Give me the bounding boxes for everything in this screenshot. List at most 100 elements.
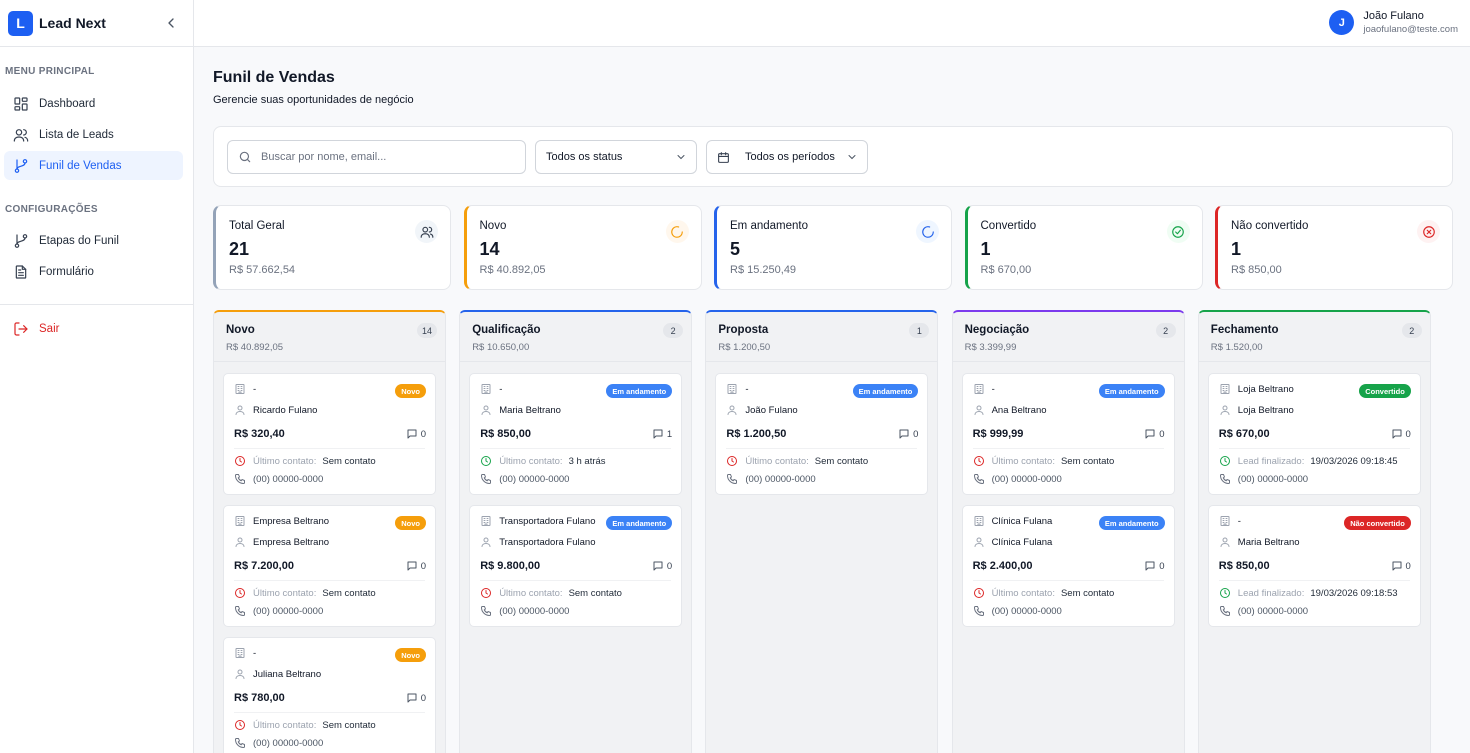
lead-company: Loja Beltrano xyxy=(1219,383,1294,395)
app-logo: L xyxy=(8,10,33,36)
phone-number: (00) 00000-0000 xyxy=(991,473,1062,485)
column-title: Negociação xyxy=(964,324,1030,336)
sidebar-item-leads[interactable]: Lista de Leads xyxy=(4,120,183,149)
stat-count: 5 xyxy=(730,239,741,259)
status-badge: Novo xyxy=(395,648,426,662)
status-value: Sem contato xyxy=(322,587,376,599)
sidebar-item-formulario[interactable]: Formulário xyxy=(4,257,183,286)
sidebar-item-dashboard[interactable]: Dashboard xyxy=(4,89,183,118)
status-select[interactable]: Todos os status xyxy=(535,140,697,174)
comment-count-value: 0 xyxy=(1405,560,1411,572)
lead-value: R$ 7.200,00 xyxy=(234,560,294,572)
user-icon xyxy=(974,537,984,547)
lead-company: Empresa Beltrano xyxy=(234,515,329,527)
phone-number: (00) 00000-0000 xyxy=(991,605,1062,617)
comment-count: 0 xyxy=(406,560,426,572)
status-value: Sem contato xyxy=(814,455,869,467)
status-badge: Em andamento xyxy=(1098,384,1165,398)
phone-icon xyxy=(235,606,245,616)
chevron-left-icon xyxy=(168,18,174,28)
message-icon xyxy=(653,429,663,439)
phone-icon xyxy=(235,738,245,748)
user-icon xyxy=(974,405,984,415)
phone-number: (00) 00000-0000 xyxy=(253,605,324,617)
lead-company-name: - xyxy=(253,383,257,395)
comment-count: 0 xyxy=(898,428,918,440)
stat-amount: R$ 15.250,49 xyxy=(730,264,797,276)
logout-button[interactable]: Sair xyxy=(4,314,183,343)
phone-icon xyxy=(481,474,492,484)
section-title-config: CONFIGURAÇÕES xyxy=(5,204,98,215)
card-divider xyxy=(234,580,425,581)
lead-contact-name: João Fulano xyxy=(745,404,798,416)
git-branch-icon xyxy=(14,158,28,173)
lead-phone: (00) 00000-0000 xyxy=(726,473,816,485)
status-value: 19/03/2026 09:18:45 xyxy=(1310,455,1398,467)
search-input[interactable] xyxy=(261,151,501,163)
user-icon xyxy=(1220,537,1230,547)
stat-count: 1 xyxy=(980,239,991,259)
lead-company-name: Clínica Fulana xyxy=(991,515,1053,527)
sidebar-item-etapas[interactable]: Etapas do Funil xyxy=(4,226,183,255)
logout-label: Sair xyxy=(39,322,60,335)
sidebar-item-funil[interactable]: Funil de Vendas xyxy=(4,151,183,180)
lead-company-name: - xyxy=(745,383,749,395)
status-label: Último contato: xyxy=(253,455,317,467)
section-title-main: MENU PRINCIPAL xyxy=(5,66,95,77)
phone-number: (00) 00000-0000 xyxy=(499,605,570,617)
lead-company-name: - xyxy=(1237,515,1241,527)
sidebar-item-label: Funil de Vendas xyxy=(39,159,122,172)
status-label: Último contato: xyxy=(253,587,317,599)
status-label: Último contato: xyxy=(745,455,809,467)
comment-count-value: 0 xyxy=(420,692,426,704)
lead-contact-name: Maria Beltrano xyxy=(499,404,561,416)
lead-card[interactable]: - Em andamento João Fulano R$ 1.200,50 0 Últi… xyxy=(715,373,929,495)
message-icon xyxy=(407,561,417,571)
building-icon xyxy=(974,384,984,394)
lead-company: - xyxy=(234,383,256,395)
stat-label: Em andamento xyxy=(730,220,808,232)
lead-value: R$ 850,00 xyxy=(480,428,531,440)
lead-value: R$ 670,00 xyxy=(1218,428,1270,440)
lead-contact: Ana Beltrano xyxy=(973,404,1047,416)
phone-number: (00) 00000-0000 xyxy=(499,473,570,485)
status-badge: Convertido xyxy=(1359,384,1411,398)
lead-phone: (00) 00000-0000 xyxy=(234,605,323,617)
phone-icon xyxy=(973,606,984,616)
card-divider xyxy=(1218,448,1410,449)
lead-card[interactable]: - Novo Juliana Beltrano R$ 780,00 0 Último co… xyxy=(223,637,436,753)
top-bar: J João Fulano joaofulano@teste.com xyxy=(194,0,1470,47)
lead-card[interactable]: - Em andamento Maria Beltrano R$ 850,00 1 Últ… xyxy=(469,373,683,495)
lead-card[interactable]: - Não convertido Maria Beltrano R$ 850,00 0 L… xyxy=(1207,505,1421,627)
stat-icon-wrap xyxy=(1166,220,1190,243)
lead-card[interactable]: Clínica Fulana Em andamento Clínica Fulana… xyxy=(961,505,1175,627)
users-icon xyxy=(420,226,433,238)
status-badge: Em andamento xyxy=(1098,516,1165,530)
stat-label: Não convertido xyxy=(1231,220,1309,232)
user-menu[interactable]: J João Fulano joaofulano@teste.com xyxy=(1329,10,1458,35)
lead-card[interactable]: - Em andamento Ana Beltrano R$ 999,99 0 Últim… xyxy=(961,373,1175,495)
lead-contact: Empresa Beltrano xyxy=(234,536,329,548)
status-value: Sem contato xyxy=(322,455,376,467)
status-label: Lead finalizado: xyxy=(1237,587,1305,599)
clock-icon xyxy=(235,588,245,598)
lead-contact: Maria Beltrano xyxy=(1219,536,1300,548)
lead-company: - xyxy=(1219,515,1241,527)
lead-card[interactable]: Loja Beltrano Convertido Loja Beltrano R$ 6… xyxy=(1207,373,1421,495)
lead-card[interactable]: Empresa Beltrano Novo Empresa Beltrano R$ 7… xyxy=(223,505,436,627)
comment-count-value: 1 xyxy=(666,428,673,440)
comment-count: 0 xyxy=(406,428,426,440)
lead-card[interactable]: - Novo Ricardo Fulano R$ 320,40 0 Último cont… xyxy=(223,373,436,495)
collapse-sidebar-button[interactable] xyxy=(163,15,179,31)
sidebar-item-label: Lista de Leads xyxy=(39,128,114,141)
lead-company-name: - xyxy=(991,383,995,395)
comment-count: 0 xyxy=(1144,560,1165,572)
stat-label: Novo xyxy=(479,220,507,232)
period-select[interactable]: Todos os períodos xyxy=(706,140,868,174)
status-badge: Em andamento xyxy=(606,516,673,530)
lead-card[interactable]: Transportadora Fulano Em andamento Transpo… xyxy=(469,505,683,627)
lead-contact-name: Clínica Fulana xyxy=(991,536,1053,548)
lead-value: R$ 850,00 xyxy=(1218,560,1270,572)
comment-count-value: 0 xyxy=(913,428,919,440)
column-amount: R$ 3.399,99 xyxy=(964,342,1017,353)
